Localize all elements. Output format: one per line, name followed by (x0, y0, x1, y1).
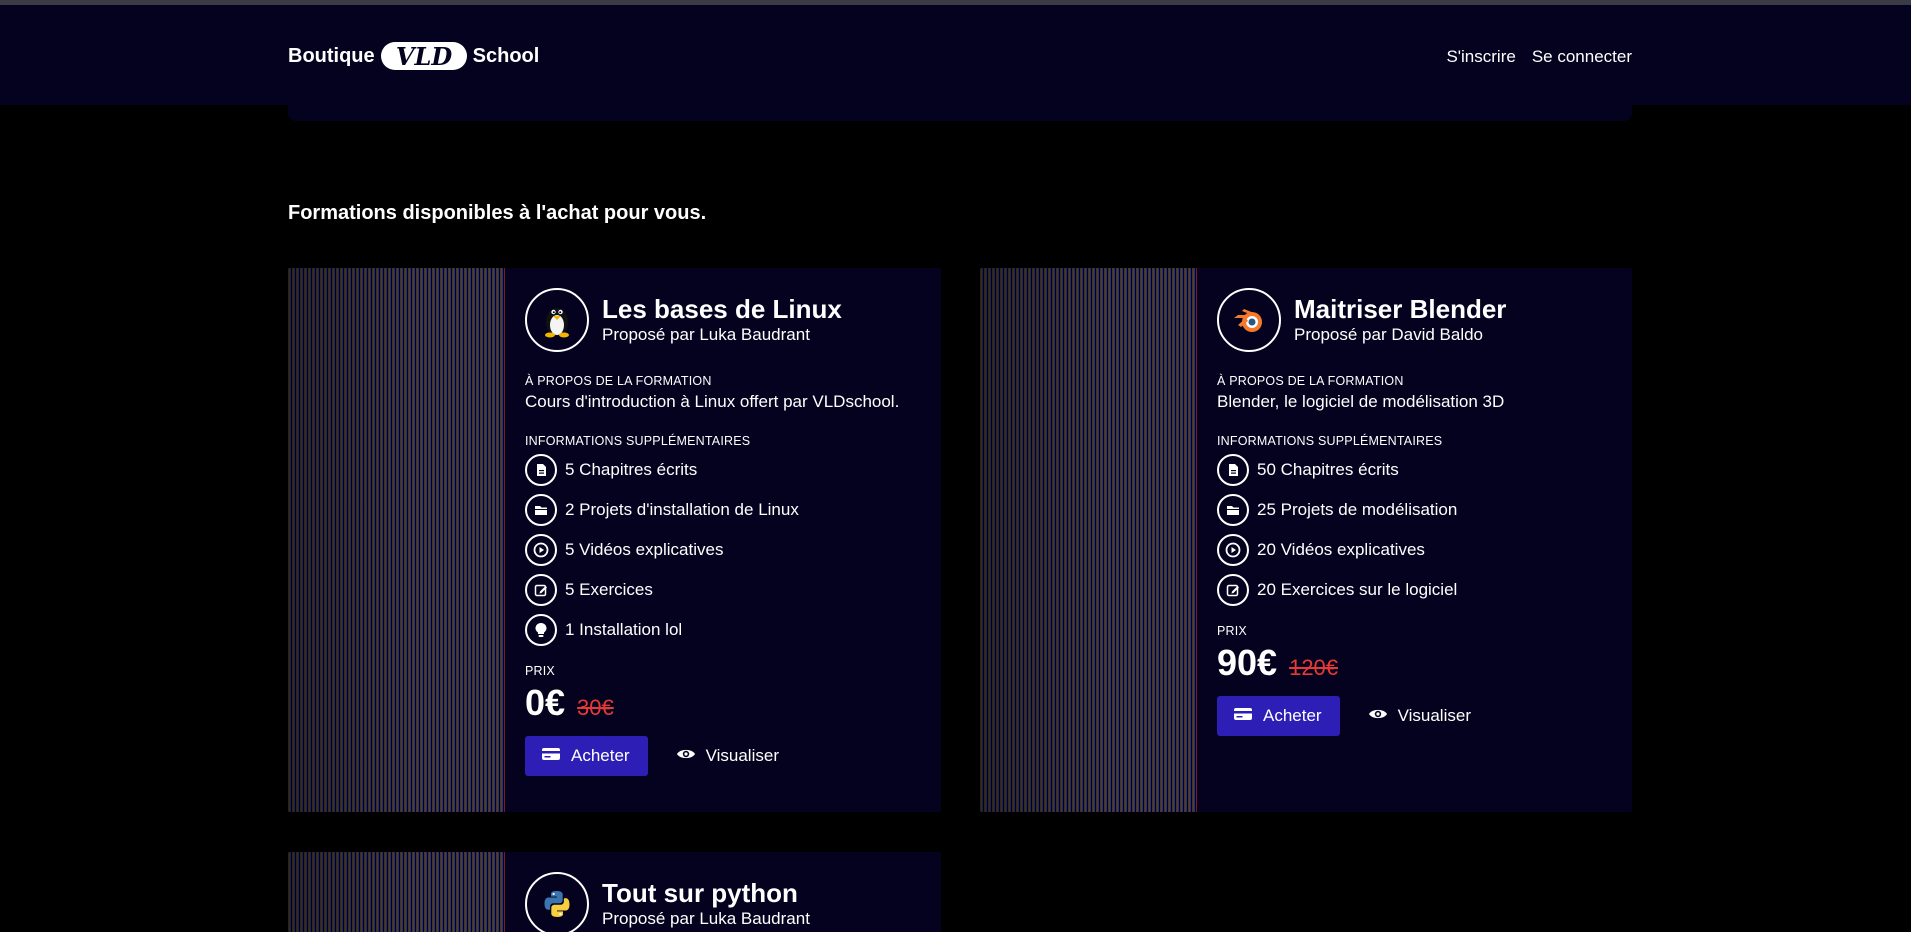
buy-label: Acheter (571, 746, 630, 765)
list-item: 50 Chapitres écrits (1217, 454, 1612, 486)
document-icon (525, 454, 557, 486)
brand[interactable]: Boutique VLD School (288, 39, 539, 73)
site-header: Boutique VLD School S'inscrire Se connec… (0, 5, 1911, 105)
view-label: Visualiser (1397, 706, 1471, 725)
header-nav: S'inscrire Se connecter (1446, 47, 1632, 67)
list-item: 1 Installation lol (525, 614, 921, 646)
info-text: 20 Vidéos explicatives (1257, 540, 1425, 559)
list-item: 20 Vidéos explicatives (1217, 534, 1612, 566)
eye-icon (1368, 706, 1388, 726)
page-title: Formations disponibles à l'achat pour vo… (288, 202, 707, 224)
login-link[interactable]: Se connecter (1532, 47, 1632, 67)
list-item: 5 Vidéos explicatives (525, 534, 921, 566)
list-item: 2 Projets d'installation de Linux (525, 494, 921, 526)
edit-icon (1217, 574, 1249, 606)
view-label: Visualiser (705, 746, 779, 765)
extra-info-label: INFORMATIONS SUPPLÉMENTAIRES (1217, 434, 1443, 448)
lightbulb-icon (525, 614, 557, 646)
info-text: 1 Installation lol (565, 620, 683, 639)
buy-label: Acheter (1263, 706, 1322, 725)
blender-icon (1217, 288, 1281, 352)
current-price: 90€ (1217, 642, 1278, 683)
course-code-image (288, 852, 505, 932)
folder-icon (525, 494, 557, 526)
info-text: 5 Exercices (565, 580, 653, 599)
course-author: Proposé par Luka Baudrant (602, 325, 810, 344)
edit-icon (525, 574, 557, 606)
brand-prefix: Boutique (288, 44, 375, 67)
header-underlay (288, 105, 1632, 121)
info-text: 25 Projets de modélisation (1257, 500, 1458, 519)
course-card: Les bases de Linux Proposé par Luka Baud… (288, 268, 941, 812)
list-item: 5 Chapitres écrits (525, 454, 921, 486)
list-item: 20 Exercices sur le logiciel (1217, 574, 1612, 606)
list-item: 25 Projets de modélisation (1217, 494, 1612, 526)
info-text: 2 Projets d'installation de Linux (565, 500, 799, 519)
about-label: À PROPOS DE LA FORMATION (525, 374, 712, 388)
linux-tux-icon (525, 288, 589, 352)
info-text: 5 Chapitres écrits (565, 460, 698, 479)
view-button[interactable]: Visualiser (676, 746, 779, 766)
course-title: Maitriser Blender (1294, 294, 1507, 324)
course-title: Tout sur python (602, 878, 798, 908)
credit-card-icon (541, 746, 561, 767)
eye-icon (676, 746, 696, 766)
course-author: Proposé par Luka Baudrant (602, 909, 810, 928)
play-icon (525, 534, 557, 566)
course-card: Tout sur python Proposé par Luka Baudran… (288, 852, 941, 932)
course-code-image (980, 268, 1197, 812)
old-price: 120€ (1289, 655, 1339, 680)
info-text: 50 Chapitres écrits (1257, 460, 1399, 479)
price-label: PRIX (525, 664, 555, 678)
svg-text:VLD: VLD (396, 42, 452, 71)
price-label: PRIX (1217, 624, 1247, 638)
old-price: 30€ (577, 695, 614, 720)
about-text: Blender, le logiciel de modélisation 3D (1217, 392, 1505, 411)
view-button[interactable]: Visualiser (1368, 706, 1471, 726)
play-icon (1217, 534, 1249, 566)
buy-button[interactable]: Acheter (1217, 696, 1340, 736)
folder-icon (1217, 494, 1249, 526)
info-list: 50 Chapitres écrits 25 Projets de modéli… (1217, 454, 1612, 606)
python-icon (525, 872, 589, 932)
course-card: Maitriser Blender Proposé par David Bald… (980, 268, 1632, 812)
brand-suffix: School (472, 44, 540, 67)
course-author: Proposé par David Baldo (1294, 325, 1484, 344)
list-item: 5 Exercices (525, 574, 921, 606)
extra-info-label: INFORMATIONS SUPPLÉMENTAIRES (525, 434, 751, 448)
current-price: 0€ (525, 682, 566, 723)
document-icon (1217, 454, 1249, 486)
course-code-image (288, 268, 505, 812)
about-label: À PROPOS DE LA FORMATION (1217, 374, 1404, 388)
about-text: Cours d'introduction à Linux offert par … (525, 392, 900, 411)
buy-button[interactable]: Acheter (525, 736, 648, 776)
credit-card-icon (1233, 706, 1253, 727)
signup-link[interactable]: S'inscrire (1446, 47, 1515, 67)
course-title: Les bases de Linux (602, 294, 842, 324)
info-text: 5 Vidéos explicatives (565, 540, 724, 559)
vld-logo-icon: VLD (380, 39, 467, 73)
info-list: 5 Chapitres écrits 2 Projets d'installat… (525, 454, 921, 646)
info-text: 20 Exercices sur le logiciel (1257, 580, 1458, 599)
